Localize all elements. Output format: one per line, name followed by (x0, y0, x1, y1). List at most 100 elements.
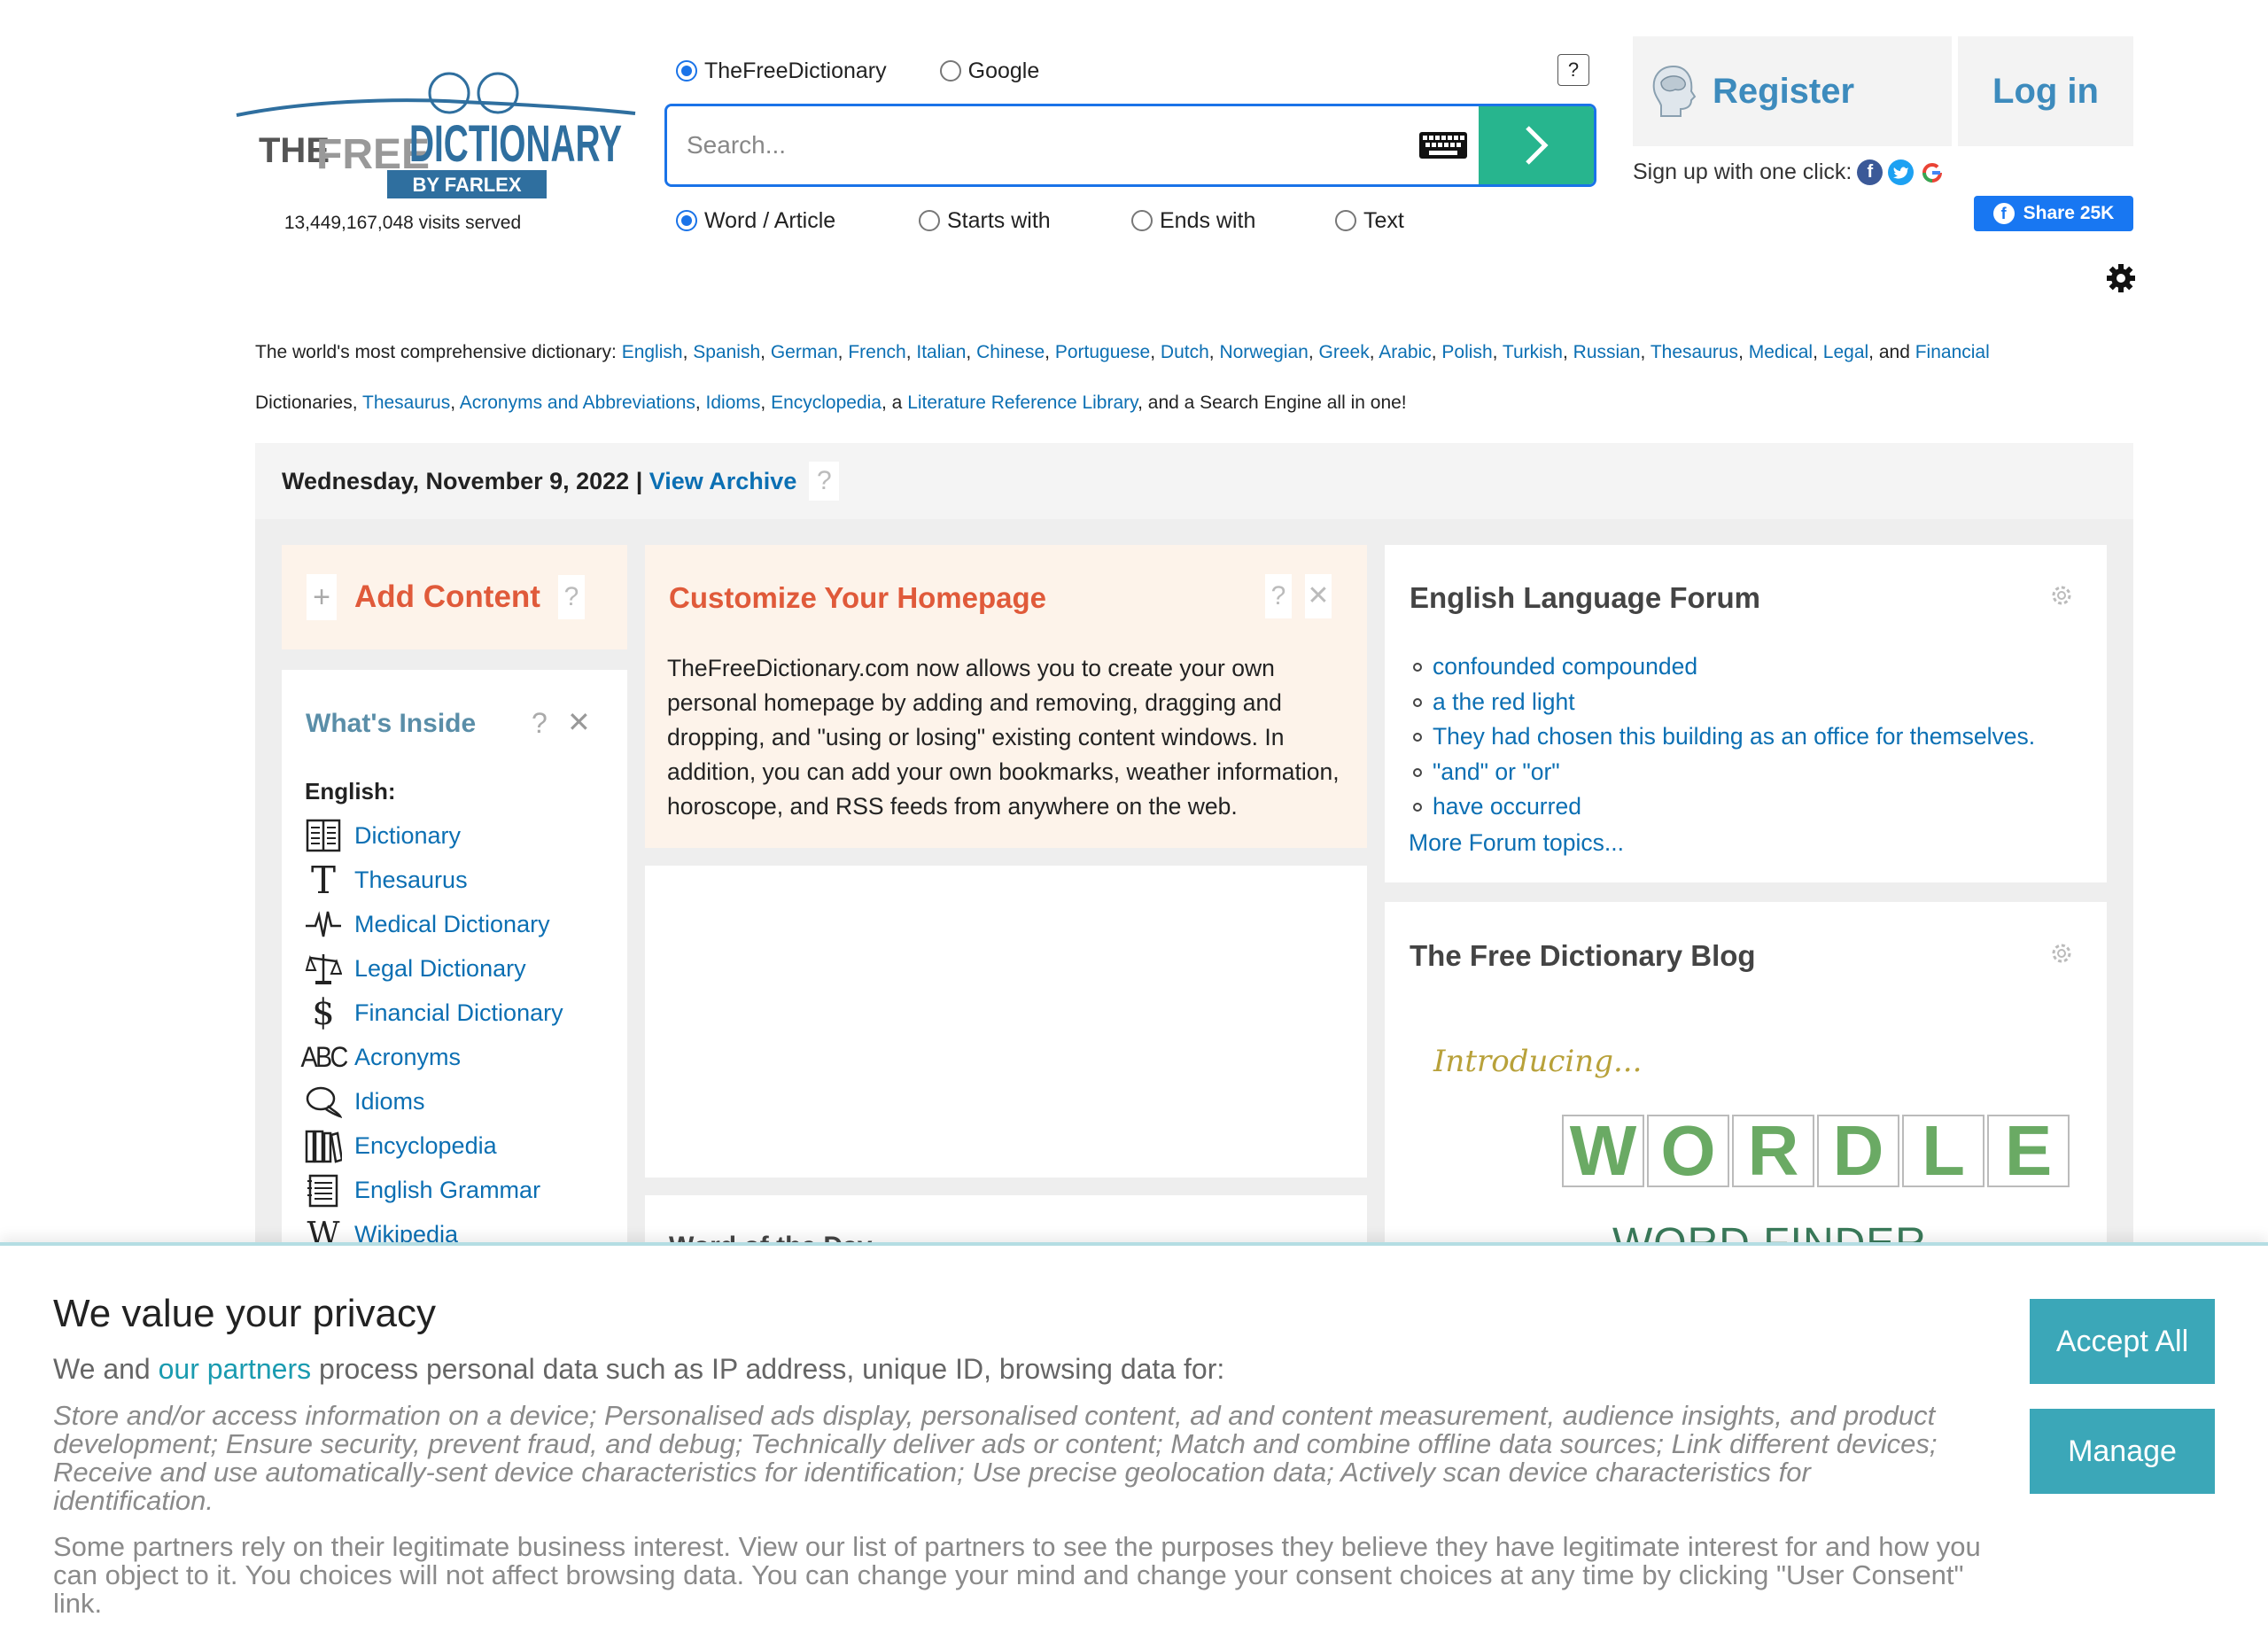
settings-gear-icon[interactable] (2106, 263, 2136, 293)
facebook-share-button[interactable]: f Share 25K (1974, 196, 2133, 231)
radio-dot[interactable] (939, 60, 961, 82)
mode-radio-starts[interactable]: Starts with (919, 206, 1131, 236)
search-help-button[interactable]: ? (1557, 54, 1589, 86)
accept-all-button[interactable]: Accept All (2030, 1299, 2215, 1384)
wordle-letter: O (1647, 1111, 1729, 1190)
close-icon[interactable]: ✕ (567, 705, 591, 739)
twitter-icon[interactable] (1888, 159, 1915, 185)
mode-radio-word[interactable]: Word / Article (676, 206, 919, 236)
dictionary-link[interactable]: Norwegian (1219, 342, 1308, 362)
forum-topic[interactable]: confounded compounded (1413, 653, 1697, 680)
dictionary-link[interactable]: Greek (1319, 342, 1370, 362)
whats-inside-item-financial[interactable]: $ Financial Dictionary (305, 992, 563, 1033)
forum-topic[interactable]: have occurred (1413, 793, 1581, 820)
wordle-banner[interactable]: W O R D L E (1562, 1111, 2072, 1190)
dictionary-link[interactable]: Russian (1573, 342, 1641, 362)
forum-topic-link[interactable]: have occurred (1433, 793, 1581, 820)
whats-inside-item-legal[interactable]: Legal Dictionary (305, 949, 526, 988)
source-radio-google[interactable]: Google (939, 56, 1039, 86)
help-icon[interactable]: ? (809, 462, 840, 501)
dictionary-link[interactable]: English (622, 342, 683, 362)
our-partners-link[interactable]: our partners (159, 1353, 312, 1385)
forum-topic[interactable]: a the red light (1413, 688, 1575, 716)
share-label: Share 25K (2023, 203, 2115, 223)
whats-inside-item-dictionary[interactable]: Dictionary (305, 816, 461, 855)
dictionary-link[interactable]: Portuguese (1055, 342, 1150, 362)
view-archive-link[interactable]: View Archive (649, 468, 797, 495)
item-label[interactable]: Encyclopedia (354, 1132, 497, 1160)
dictionary-link[interactable]: Medical (1749, 342, 1813, 362)
scales-icon (305, 949, 342, 988)
radio-dot[interactable] (919, 210, 940, 231)
link-literature-library[interactable]: Literature Reference Library (907, 393, 1138, 413)
whats-inside-item-grammar[interactable]: English Grammar (305, 1170, 540, 1209)
add-content-title[interactable]: Add Content (354, 579, 540, 615)
dictionary-link[interactable]: Spanish (693, 342, 760, 362)
search-submit-button[interactable] (1479, 106, 1594, 184)
close-icon[interactable]: ✕ (1305, 574, 1332, 618)
dictionary-link[interactable]: Italian (916, 342, 966, 362)
dictionary-link[interactable]: Arabic (1379, 342, 1432, 362)
forum-topic-link[interactable]: They had chosen this building as an offi… (1433, 723, 2035, 750)
keyboard-icon[interactable] (1408, 106, 1479, 184)
help-icon[interactable]: ? (532, 707, 548, 740)
dictionary-link[interactable]: Chinese (976, 342, 1045, 362)
forum-topic-link[interactable]: a the red light (1433, 688, 1575, 716)
link-idioms[interactable]: Idioms (706, 393, 761, 413)
facebook-icon[interactable]: f (1857, 159, 1884, 185)
item-label[interactable]: Dictionary (354, 822, 461, 850)
gear-icon[interactable] (2049, 583, 2074, 608)
dictionary-link[interactable]: French (848, 342, 905, 362)
help-icon[interactable]: ? (1265, 574, 1292, 618)
whats-inside-item-idioms[interactable]: Idioms (305, 1082, 425, 1121)
item-label[interactable]: Acronyms (354, 1044, 461, 1071)
register-button[interactable]: Register (1633, 36, 1952, 146)
radio-dot[interactable] (676, 210, 697, 231)
dictionary-link[interactable]: Dutch (1161, 342, 1209, 362)
manage-button[interactable]: Manage (2030, 1409, 2215, 1494)
radio-dot[interactable] (1131, 210, 1153, 231)
link-acronyms[interactable]: Acronyms and Abbreviations (460, 393, 695, 413)
whats-inside-item-thesaurus[interactable]: T Thesaurus (305, 859, 468, 902)
forum-topic[interactable]: "and" or "or" (1413, 758, 1560, 786)
google-icon[interactable] (1919, 159, 1946, 185)
link-encyclopedia[interactable]: Encyclopedia (771, 393, 882, 413)
radio-dot[interactable] (1335, 210, 1356, 231)
link-financial[interactable]: Financial (1915, 342, 1990, 362)
consent-lead-text: We and (53, 1353, 159, 1385)
dictionary-link[interactable]: Polish (1441, 342, 1492, 362)
source-radio-tfd[interactable]: TheFreeDictionary (676, 56, 887, 86)
gear-icon[interactable] (2049, 941, 2074, 966)
bullet-icon (1413, 767, 1422, 777)
mode-label: Starts with (947, 207, 1051, 233)
item-label[interactable]: Idioms (354, 1088, 425, 1116)
plus-icon[interactable]: + (307, 574, 337, 620)
item-label[interactable]: Legal Dictionary (354, 955, 526, 983)
search-source-group: TheFreeDictionary Google (676, 56, 1039, 86)
forum-topic[interactable]: They had chosen this building as an offi… (1413, 723, 2035, 750)
whats-inside-item-medical[interactable]: Medical Dictionary (305, 905, 550, 944)
more-forum-topics-link[interactable]: More Forum topics... (1409, 829, 1624, 857)
whats-inside-item-acronyms[interactable]: ABC Acronyms (300, 1038, 461, 1077)
forum-topic-link[interactable]: "and" or "or" (1433, 758, 1560, 786)
help-icon[interactable]: ? (557, 575, 585, 619)
item-label[interactable]: Thesaurus (354, 867, 468, 894)
radio-dot[interactable] (676, 60, 697, 82)
heartbeat-icon (305, 905, 342, 944)
mode-radio-text[interactable]: Text (1335, 206, 1404, 236)
site-logo[interactable]: THE FREE DICTIONARY BY FARLEX (232, 62, 640, 208)
whats-inside-item-encyclopedia[interactable]: Encyclopedia (305, 1126, 497, 1165)
dictionary-link[interactable]: Turkish (1503, 342, 1563, 362)
search-input[interactable] (667, 106, 1408, 184)
visits-counter: 13,449,167,048 visits served (284, 213, 522, 233)
mode-radio-ends[interactable]: Ends with (1131, 206, 1335, 236)
dictionary-link[interactable]: Legal (1823, 342, 1868, 362)
item-label[interactable]: Financial Dictionary (354, 999, 563, 1027)
forum-topic-link[interactable]: confounded compounded (1433, 653, 1697, 680)
login-button[interactable]: Log in (1958, 36, 2133, 146)
item-label[interactable]: English Grammar (354, 1177, 540, 1204)
item-label[interactable]: Medical Dictionary (354, 911, 550, 938)
link-thesaurus[interactable]: Thesaurus (362, 393, 450, 413)
dictionary-link[interactable]: Thesaurus (1651, 342, 1738, 362)
dictionary-link[interactable]: German (771, 342, 838, 362)
